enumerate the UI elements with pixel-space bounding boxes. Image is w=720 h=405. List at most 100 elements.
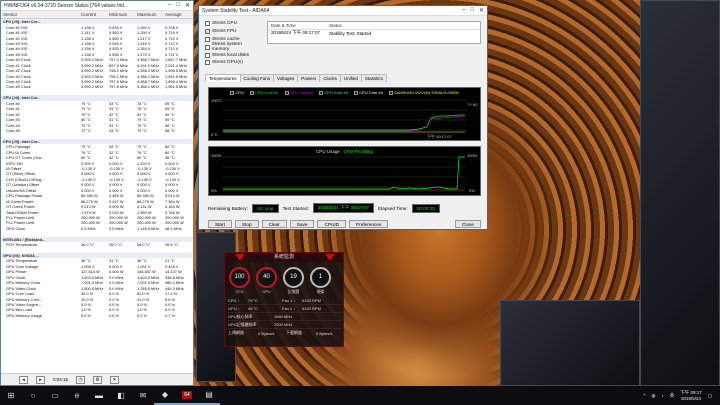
sensor-row[interactable]: Core #2 Clock 3,990.2 MHz 798.2 MHz 4,286.3… [1,68,193,73]
clock-icon[interactable]: ◷ [76,375,86,384]
sensor-row[interactable]: GPU Memory Cont... 20.0 % 0.0 % 41.0 % 5.6 % [1,296,193,302]
sensor-row[interactable]: Core #3 VID 1.136 V 0.545 V 1.240 V 0.712 V [1,41,193,46]
task-view-icon[interactable]: ▭ [44,386,66,405]
sensor-row[interactable]: Core #4 VID 1.136 V 0.533 V 1.263 V 0.710 V [1,46,193,51]
chevron-up-icon[interactable]: ^ [643,393,645,398]
sensor-row[interactable]: CPU Package 79 °C 32 °C 79 °C 60 °C [1,144,193,149]
sensor-row[interactable]: IA Cores Power 86.275 W 0.247 W 86.275 W 7.3… [1,198,193,204]
sensor-row[interactable]: iGPU VID 0.000 V 0.000 V 1.220 V 0.004 V [1,160,193,166]
tab[interactable]: Temperatures [205,74,241,82]
checkbox[interactable] [205,36,210,42]
sensor-row[interactable]: GPU Core Voltage 1.006 V 0.000 V 1.031 V 0.4… [1,264,193,269]
sensor-row[interactable]: GPU Video Clock 1,500.0 MHz 0.0 MHz 1,785.0… [1,285,193,291]
cpuid-button[interactable]: CPUID [317,220,347,228]
maximize-icon[interactable]: □ [176,2,180,9]
preferences-button[interactable]: Preferences [349,220,389,228]
sensor-row[interactable]: Core #3 Clock 3,990.2 MHz 798.2 MHz 4,386.1… [1,73,193,79]
hwinfo-titlebar[interactable]: HWiNFO64 v6.04-3720 Sensor Status [764 v… [1,1,193,11]
taskbar-clock[interactable]: 下午 09:17 2019/5/24 [680,390,702,402]
sst-titlebar[interactable]: System Stability Test - AIDA64 – □ ✕ [199,6,487,16]
stress-option[interactable]: Stress GPU(s) [205,59,257,67]
tab[interactable]: Unified [339,74,362,82]
sensor-row[interactable]: GPU Clock 0.0 MHz 0.0 MHz 1,146.9 MHz 48.4 M… [1,226,193,231]
minimize-icon[interactable]: – [168,2,171,9]
sensor-row[interactable]: PL1 Power Limit 200.000 W 200.000 W 200.000… [1,215,193,220]
start-icon[interactable]: ⊞ [0,386,22,405]
expand-icon[interactable]: ◂ [19,375,28,384]
sensor-row[interactable]: Core #5 Clock 3,990.2 MHz 797.8 MHz 4,386.1… [1,84,193,89]
sensor-row[interactable]: Core #3 80 °C 31 °C 79 °C 59 °C [1,117,193,122]
tab[interactable]: Powers [297,74,321,82]
sensor-row[interactable]: Core #2 79 °C 32 °C 81 °C 59 °C [1,111,193,117]
close-button[interactable]: Close [455,220,481,228]
sensor-row[interactable]: GPU Clock 1,620.0 MHz 0.0 MHz 1,620.0 MHz 33… [1,275,193,280]
stability-test-window[interactable]: System Stability Test - AIDA64 – □ ✕ Stres… [198,5,488,230]
hwinfo-window[interactable]: HWiNFO64 v6.04-3720 Sensor Status [764 v… [0,0,194,386]
sensor-row[interactable]: Core #4 79 °C 33 °C 79 °C 58 °C [1,122,193,128]
stress-option[interactable]: Stress system memory [205,42,257,52]
search-icon[interactable]: ○ [22,386,44,405]
tab[interactable]: Voltages [273,74,299,82]
close-icon[interactable]: ✕ [185,2,190,9]
sensor-row[interactable]: PL2 Power Limit 200.000 W 200.000 W 200.000… [1,220,193,225]
sensor-row[interactable]: CPU GT Cores (Gra... 60 °C 32 °C 60 °C 36 °C [1,155,193,160]
mail-icon[interactable]: ✉ [132,386,154,405]
folder-icon[interactable]: ▬ [88,386,110,405]
sensor-row[interactable]: GT (Slice) Offset 0.000 V 0.000 V 0.000 V 0.… [1,171,193,176]
sensor-row[interactable]: Core #1 VID 1.141 V 0.560 V 1.290 V 0.716 V [1,30,193,35]
hwinfo-app-icon[interactable]: ▤ [198,386,220,405]
stress-option[interactable]: Stress CPU [205,20,257,28]
sensor-row[interactable]: GPU Bus Load 1.0 % 0.0 % 1.0 % 0.0 % [1,307,193,312]
sensor-row[interactable]: GT (Unslice) Offset 0.000 V 0.000 V 0.000 V… [1,182,193,187]
sensor-row[interactable]: GPU Memory Usage 5.0 % 2.6 % 5.2 % 2.7 % [1,313,193,318]
close-icon[interactable]: ✕ [479,7,484,14]
checkbox[interactable] [205,60,210,66]
sensor-list[interactable]: CPU [#0]: Intel Cor... Core #0 VID 1.136 V… [1,19,193,375]
sensor-row[interactable]: GPU Temperature 46 °C 31 °C 46 °C 21 °C [1,258,193,263]
start-button[interactable]: Start [208,220,232,228]
sensor-row[interactable]: GPU Core Load 30.0 % 0.0 % 81.0 % 17.9 % [1,291,193,296]
rog-app-icon[interactable]: ◆ [154,386,176,405]
save-button[interactable]: Save [289,220,315,228]
tab[interactable]: Cooling Fans [239,74,275,82]
checkbox[interactable] [205,21,210,27]
sensor-row[interactable]: Core #4 Clock 3,990.2 MHz 797.8 MHz 4,388.7… [1,79,193,84]
column-header[interactable]: Average [165,12,193,17]
checkbox[interactable]: ✓ [205,29,210,35]
checkbox[interactable] [205,44,210,50]
settings-icon[interactable]: ⚙ [93,375,103,384]
minimize-icon[interactable]: – [462,7,465,14]
checkbox[interactable] [205,52,210,58]
sensor-row[interactable]: Total DRAM Power 1.979 W 0.033 W 1.950 W 0.7… [1,209,193,215]
sensor-row[interactable]: Core #1 79 °C 33 °C 78 °C 59 °C [1,106,193,111]
edge-icon[interactable]: e [66,386,88,405]
stress-option[interactable]: Stress local disks [205,51,257,59]
sensor-row[interactable]: IA Offset -0.130 V -0.130 V -0.130 V -0.130 … [1,166,193,171]
sensor-row[interactable]: Core #5 VID 1.136 V 0.535 V 1.270 V 0.711 V [1,52,193,57]
sensor-row[interactable]: GPU Memory Clock 7,001.0 MHz 0.0 MHz 7,001.… [1,280,193,285]
sensor-row[interactable]: CPU IA Cores 79 °C 32 °C 79 °C 60 °C [1,150,193,155]
sensor-row[interactable]: Core #0 VID 1.136 V 0.534 V 1.280 V 0.708 V [1,24,193,30]
aida64-icon[interactable]: 64 [176,386,198,405]
input-language[interactable]: 英 [670,393,675,399]
sensor-row[interactable]: PCH Temperature 36.0 °C 35.0 °C 54.0 °C 46.6… [1,242,193,247]
sensor-row[interactable]: CPU Package Power 89.383 W 0.465 W 89.383 W… [1,193,193,198]
sensor-row[interactable]: Core #2 VID 1.136 V 0.550 V 1.217 V 0.710 V [1,35,193,41]
sensor-row[interactable]: Core #0 79 °C 33 °C 78 °C 59 °C [1,101,193,106]
sensor-row[interactable]: Core #1 Clock 3,990.2 MHz 897.5 MHz 4,191.0… [1,63,193,68]
column-header[interactable]: Current [81,12,109,17]
volume-icon[interactable]: ♪ [661,393,663,398]
clear-button[interactable]: Clear [261,220,287,228]
tab[interactable]: Statistics [360,74,387,82]
column-header[interactable]: Maximum [137,12,165,17]
store-icon[interactable]: ◧ [110,386,132,405]
notification-icon[interactable]: ▢ [708,393,712,399]
system-monitor-widget[interactable]: 系統監測 100 40 19 1 CPU GPU 記憶體 硬碟 CPU ↓ 79 °C Fan … [224,252,344,347]
sensor-row[interactable]: GPU Power 127.614 W 0.000 W 146.557 W 14.227… [1,269,193,274]
expand-icon[interactable]: ▸ [36,375,45,384]
maximize-icon[interactable]: □ [470,7,474,14]
stop-button[interactable]: Stop [234,220,259,228]
sensor-row[interactable]: Uncore/SA Offset 0.000 V 0.000 V 0.000 V 0.0… [1,188,193,193]
network-icon[interactable]: ◍ [652,393,656,399]
sensor-row[interactable]: GPU Video Engine... 0.0 % 0.0 % 0.0 % 0.0 % [1,302,193,307]
